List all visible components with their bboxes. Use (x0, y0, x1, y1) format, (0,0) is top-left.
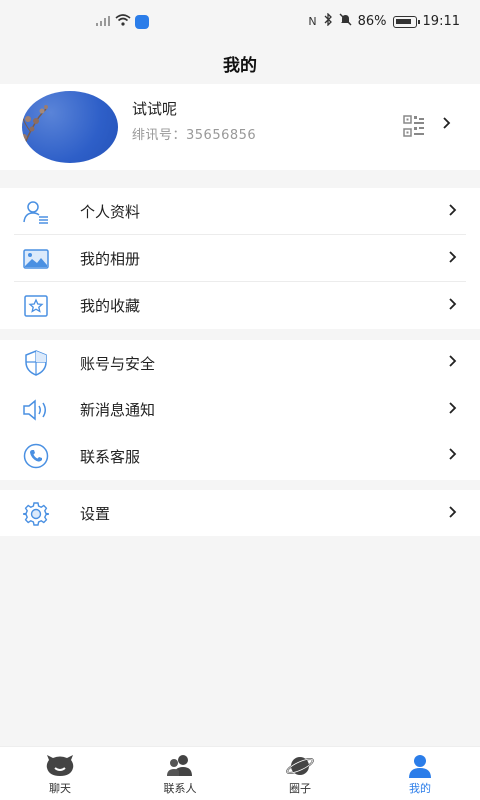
menu-label: 我的收藏 (80, 297, 141, 315)
profile-id-value: 35656856 (186, 128, 257, 143)
chevron-right-icon (448, 447, 458, 465)
tab-me[interactable]: 我的 (360, 747, 480, 800)
profile-chevron-right-icon (442, 116, 452, 134)
chat-face-icon (45, 753, 75, 779)
signal-icon (95, 15, 111, 30)
speaker-icon (22, 397, 50, 423)
person-list-icon (22, 199, 50, 225)
mute-bell-icon (339, 13, 352, 30)
status-time: 19:11 (422, 14, 460, 29)
tab-circle[interactable]: 圈子 (240, 747, 360, 800)
battery-percent: 86% (357, 14, 387, 29)
menu-item-account-security[interactable]: 账号与安全 (0, 340, 480, 387)
menu-group-profile: 个人资料 我的相册 我的收藏 (0, 188, 480, 329)
tab-contacts[interactable]: 联系人 (120, 747, 240, 800)
menu-label: 新消息通知 (80, 401, 156, 420)
chevron-right-icon (448, 250, 458, 268)
photo-album-icon (22, 246, 50, 272)
battery-icon (392, 15, 420, 28)
chevron-right-icon (448, 203, 458, 221)
bottom-nav: 聊天 联系人 圈子 我的 (0, 746, 480, 800)
status-right: N 86% 19:11 (308, 12, 460, 30)
planet-icon (285, 753, 315, 779)
menu-label: 账号与安全 (80, 354, 156, 373)
menu-label: 设置 (80, 505, 111, 523)
tab-label: 圈子 (289, 782, 311, 795)
menu-label: 我的相册 (80, 250, 141, 268)
avatar[interactable] (22, 91, 118, 163)
menu-label: 个人资料 (80, 203, 141, 221)
page-title: 我的 (223, 55, 257, 76)
user-icon (405, 753, 435, 779)
status-left (95, 14, 149, 30)
menu-item-personal-info[interactable]: 个人资料 (0, 188, 480, 235)
tab-label: 联系人 (163, 782, 197, 795)
star-frame-icon (22, 293, 50, 319)
shield-icon (22, 350, 50, 377)
menu-group-settings: 设置 (0, 490, 480, 536)
tab-label: 聊天 (49, 782, 71, 795)
status-bar: N 86% 19:11 (0, 0, 480, 42)
tab-label: 我的 (409, 782, 431, 795)
contacts-icon (165, 753, 195, 779)
menu-label: 联系客服 (80, 447, 141, 466)
chevron-right-icon (448, 505, 458, 523)
app-notification-icon (135, 15, 149, 29)
tab-chat[interactable]: 聊天 (0, 747, 120, 800)
nfc-icon: N (308, 15, 317, 28)
chevron-right-icon (448, 297, 458, 315)
tree-branch-image (22, 105, 48, 153)
profile-id: 绯讯号：35656856 (132, 124, 256, 143)
menu-item-customer-service[interactable]: 联系客服 (0, 433, 480, 480)
chevron-right-icon (448, 354, 458, 372)
profile-id-label: 绯讯号： (132, 128, 187, 143)
menu-item-settings[interactable]: 设置 (0, 490, 480, 537)
wifi-icon (115, 14, 131, 30)
menu-group-account: 账号与安全 新消息通知 联系客服 (0, 340, 480, 480)
bluetooth-icon (323, 12, 333, 30)
menu-item-photo-album[interactable]: 我的相册 (0, 235, 480, 282)
profile-card[interactable]: 试试呢 绯讯号：35656856 (0, 84, 480, 170)
gear-icon (22, 501, 50, 527)
qr-code-icon[interactable] (402, 114, 426, 138)
profile-name: 试试呢 (132, 100, 178, 118)
menu-item-message-notify[interactable]: 新消息通知 (0, 387, 480, 434)
phone-icon (22, 443, 50, 469)
menu-item-favorites[interactable]: 我的收藏 (0, 282, 480, 329)
chevron-right-icon (448, 401, 458, 419)
